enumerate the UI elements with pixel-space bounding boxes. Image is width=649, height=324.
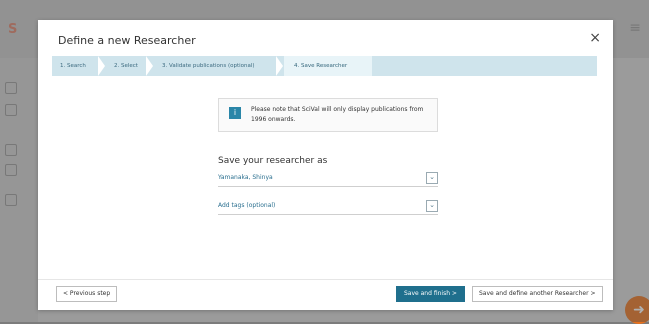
step-select: 2. Select (114, 63, 138, 69)
step-validate: 3. Validate publications (optional) (162, 63, 255, 69)
notice-text: Please note that SciVal will only displa… (251, 106, 424, 123)
step-separator (146, 56, 153, 76)
previous-step-button[interactable]: < Previous step (56, 286, 118, 302)
tags-select[interactable]: Add tags (optional) ⌄ (218, 200, 438, 215)
save-and-define-another-button[interactable]: Save and define another Researcher > (472, 286, 603, 302)
define-researcher-modal: Define a new Researcher × 1. Search 2. S… (38, 20, 613, 310)
step-separator (98, 56, 105, 76)
tags-value: Add tags (optional) (218, 202, 276, 209)
info-notice: i Please note that SciVal will only disp… (218, 98, 438, 132)
close-icon[interactable]: × (589, 30, 601, 46)
step-save-researcher: 4. Save Researcher (284, 56, 372, 76)
save-and-finish-button[interactable]: Save and finish > (396, 286, 465, 302)
modal-footer: < Previous step Save and finish > Save a… (38, 279, 613, 310)
wizard-steps: 1. Search 2. Select 3. Validate publicat… (52, 56, 597, 76)
info-icon: i (229, 107, 241, 119)
chevron-down-icon[interactable]: ⌄ (426, 172, 438, 184)
modal-title: Define a new Researcher (58, 34, 196, 47)
save-researcher-form: i Please note that SciVal will only disp… (218, 98, 438, 215)
step-separator (276, 56, 283, 76)
researcher-name-value: Yamanaka, Shinya (218, 174, 273, 181)
researcher-name-select[interactable]: Yamanaka, Shinya ⌄ (218, 172, 438, 187)
chevron-down-icon[interactable]: ⌄ (426, 200, 438, 212)
step-search: 1. Search (60, 63, 86, 69)
save-label: Save your researcher as (218, 156, 328, 166)
